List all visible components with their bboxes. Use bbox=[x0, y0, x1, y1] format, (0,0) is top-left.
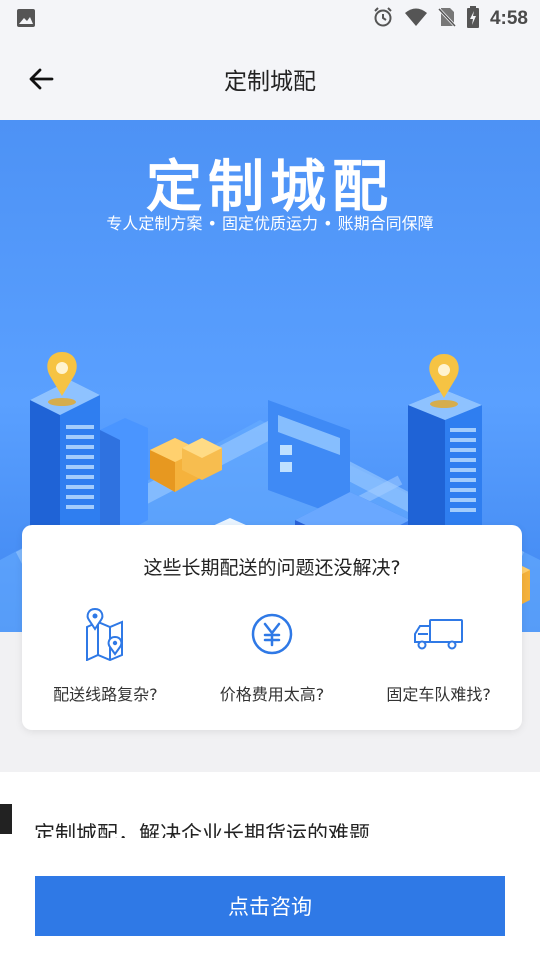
app-bar: 定制城配 bbox=[0, 36, 540, 120]
wifi-icon bbox=[404, 7, 428, 31]
status-bar: 4:58 bbox=[0, 0, 540, 36]
problem-label-price: 价格费用太高? bbox=[219, 685, 325, 704]
map-route-icon bbox=[82, 605, 128, 663]
problems-card: 这些长期配送的问题还没解决? 配送线路复杂? 价格费用太高? 固定车队难找? bbox=[22, 525, 522, 730]
status-time: 4:58 bbox=[489, 8, 528, 29]
yuan-icon bbox=[250, 605, 294, 663]
image-icon bbox=[16, 8, 36, 32]
no-sim-icon bbox=[437, 6, 457, 32]
problem-label-route: 配送线路复杂? bbox=[53, 685, 158, 704]
problem-label-fleet: 固定车队难找? bbox=[386, 685, 491, 704]
consult-button[interactable]: 点击咨询 bbox=[35, 876, 505, 936]
section-marker bbox=[0, 804, 12, 834]
alarm-icon bbox=[372, 6, 394, 32]
section-heading: 定制城配，解决企业长期货运的难题 bbox=[34, 822, 370, 840]
battery-charging-icon bbox=[466, 6, 480, 32]
page-title: 定制城配 bbox=[224, 69, 316, 95]
bottom-bar: 点击咨询 bbox=[0, 838, 540, 960]
card-question: 这些长期配送的问题还没解决? bbox=[143, 557, 401, 579]
problem-item-price[interactable]: 价格费用太高? bbox=[192, 605, 352, 705]
truck-icon bbox=[412, 605, 466, 663]
problem-item-route[interactable]: 配送线路复杂? bbox=[25, 605, 185, 705]
problem-item-fleet[interactable]: 固定车队难找? bbox=[359, 605, 519, 705]
